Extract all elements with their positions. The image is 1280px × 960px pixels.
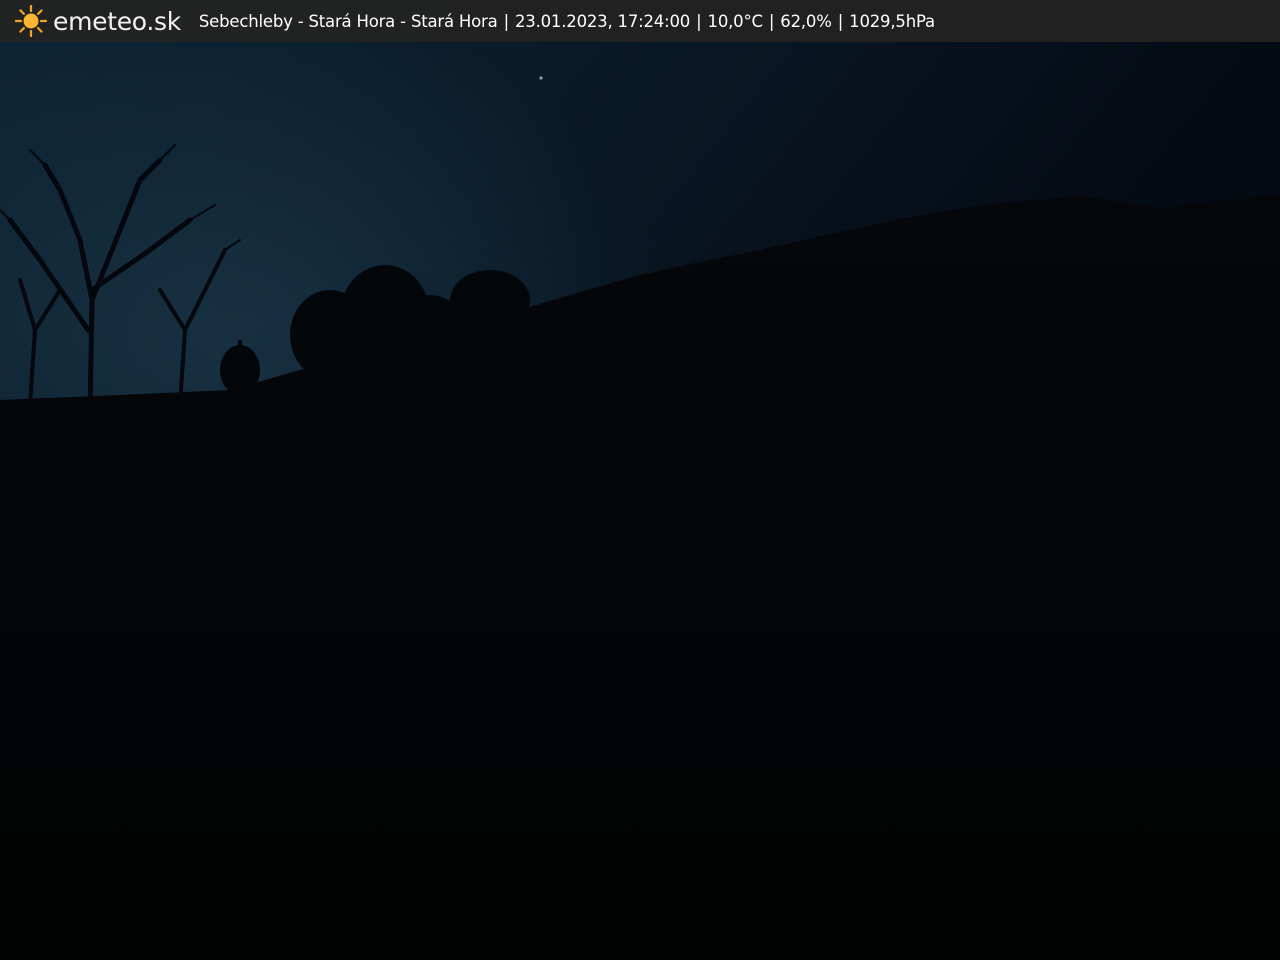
station-datetime: 23.01.2023, 17:24:00 xyxy=(514,11,691,31)
brand-name: emeteo.sk xyxy=(53,6,181,36)
separator: | xyxy=(503,11,510,31)
star xyxy=(539,76,543,80)
station-location: Sebechleby - Stará Hora - Stará Hora xyxy=(198,11,498,31)
webcam-image xyxy=(0,0,1280,960)
sun-icon xyxy=(14,4,48,38)
info-overlay-bar: emeteo.sk Sebechleby - Stará Hora - Star… xyxy=(0,0,1280,42)
station-temperature: 10,0°C xyxy=(707,11,764,31)
separator: | xyxy=(837,11,844,31)
station-info: Sebechleby - Stará Hora - Stará Hora | 2… xyxy=(199,12,935,31)
webcam-frame: emeteo.sk Sebechleby - Stará Hora - Star… xyxy=(0,0,1280,960)
station-pressure: 1029,5hPa xyxy=(849,11,935,31)
station-humidity: 62,0% xyxy=(780,11,832,31)
separator: | xyxy=(768,11,775,31)
separator: | xyxy=(696,11,702,31)
